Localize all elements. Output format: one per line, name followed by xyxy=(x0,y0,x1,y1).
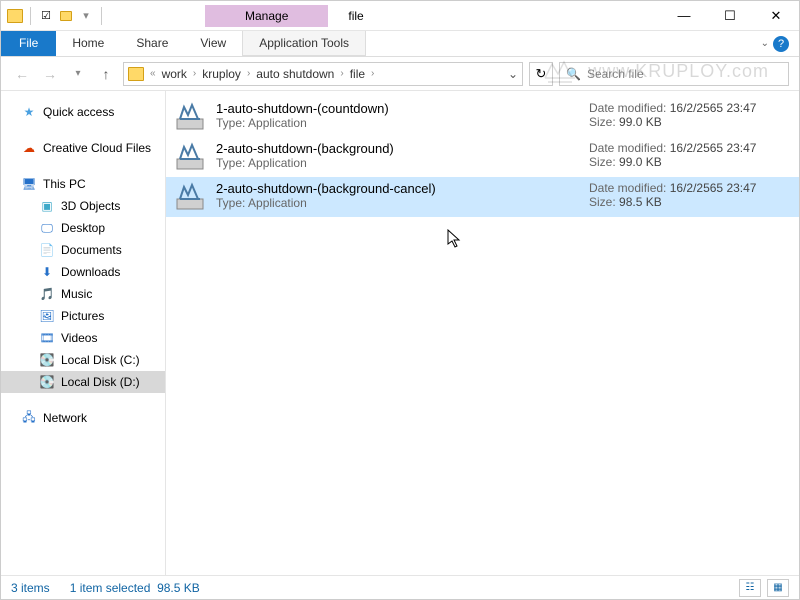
video-icon: 🎞 xyxy=(39,330,55,346)
qat-dropdown-icon[interactable]: ▾ xyxy=(78,8,94,24)
folder-icon xyxy=(7,8,23,24)
file-size-value: 99.0 KB xyxy=(619,155,662,169)
nav-recent-dropdown[interactable]: ▾ xyxy=(67,63,89,85)
view-details-button[interactable]: ☷ xyxy=(739,579,761,597)
status-item-count: 3 items xyxy=(11,581,50,595)
tab-file[interactable]: File xyxy=(1,31,56,56)
sidebar-creative-cloud[interactable]: ☁ Creative Cloud Files xyxy=(1,137,165,159)
file-row[interactable]: 2-auto-shutdown-(background-cancel)Type:… xyxy=(166,177,799,217)
document-icon: 📄 xyxy=(39,242,55,258)
music-icon: 🎵 xyxy=(39,286,55,302)
breadcrumb-prefix: « xyxy=(150,68,156,79)
breadcrumb-item[interactable]: file xyxy=(350,67,365,81)
file-row[interactable]: 1-auto-shutdown-(countdown)Type: Applica… xyxy=(166,97,799,137)
application-icon xyxy=(174,181,206,213)
address-bar: ← → ▾ ↑ « work › kruploy › auto shutdown… xyxy=(1,57,799,91)
search-icon: 🔍 xyxy=(566,67,581,81)
file-name: 2-auto-shutdown-(background) xyxy=(216,141,579,156)
sidebar-videos[interactable]: 🎞Videos xyxy=(1,327,165,349)
status-size: 98.5 KB xyxy=(157,581,200,595)
file-date-value: 16/2/2565 23:47 xyxy=(670,141,757,155)
file-list: 1-auto-shutdown-(countdown)Type: Applica… xyxy=(166,91,799,575)
status-bar: 3 items 1 item selected 98.5 KB ☷ ▦ xyxy=(1,575,799,599)
file-type-label: Type: xyxy=(216,116,245,130)
network-icon: 🖧 xyxy=(21,410,37,426)
minimize-button[interactable]: — xyxy=(661,1,707,31)
file-date-value: 16/2/2565 23:47 xyxy=(670,101,757,115)
status-selection: 1 item selected xyxy=(70,581,151,595)
maximize-button[interactable]: ☐ xyxy=(707,1,753,31)
refresh-button[interactable]: ↻ xyxy=(529,62,553,86)
file-type-label: Type: xyxy=(216,156,245,170)
tab-view[interactable]: View xyxy=(184,31,242,56)
nav-back-button[interactable]: ← xyxy=(11,63,33,85)
breadcrumb-item[interactable]: kruploy xyxy=(202,67,241,81)
disk-icon: 💽 xyxy=(39,352,55,368)
sidebar-music[interactable]: 🎵Music xyxy=(1,283,165,305)
window-title: file xyxy=(348,9,363,23)
tab-home[interactable]: Home xyxy=(56,31,120,56)
file-size-label: Size: xyxy=(589,115,616,129)
application-icon xyxy=(174,101,206,133)
sidebar-desktop[interactable]: 🖵Desktop xyxy=(1,217,165,239)
close-button[interactable]: ✕ xyxy=(753,1,799,31)
tab-share[interactable]: Share xyxy=(120,31,184,56)
breadcrumb-dropdown-icon[interactable]: ⌄ xyxy=(508,67,518,81)
file-date-label: Date modified: xyxy=(589,141,666,155)
desktop-icon: 🖵 xyxy=(39,220,55,236)
download-icon: ⬇ xyxy=(39,264,55,280)
tab-application-tools[interactable]: Application Tools xyxy=(242,31,366,56)
sidebar-this-pc[interactable]: 🖥 This PC xyxy=(1,173,165,195)
ribbon-expand-icon[interactable]: ⌄? xyxy=(761,31,789,56)
pc-icon: 🖥 xyxy=(21,176,37,192)
sidebar-quick-access[interactable]: ★ Quick access xyxy=(1,101,165,123)
titlebar: ☑ ▾ Manage file — ☐ ✕ xyxy=(1,1,799,31)
cube-icon: ▣ xyxy=(39,198,55,214)
breadcrumb-folder-icon xyxy=(128,67,144,81)
file-date-label: Date modified: xyxy=(589,181,666,195)
breadcrumb[interactable]: « work › kruploy › auto shutdown › file … xyxy=(123,62,523,86)
file-date-value: 16/2/2565 23:47 xyxy=(670,181,757,195)
creative-cloud-icon: ☁ xyxy=(21,140,37,156)
file-date-label: Date modified: xyxy=(589,101,666,115)
sidebar-3d-objects[interactable]: ▣3D Objects xyxy=(1,195,165,217)
pictures-icon: 🖼 xyxy=(39,308,55,324)
sidebar-network[interactable]: 🖧 Network xyxy=(1,407,165,429)
application-icon xyxy=(174,141,206,173)
file-size-value: 99.0 KB xyxy=(619,115,662,129)
breadcrumb-item[interactable]: auto shutdown xyxy=(256,67,334,81)
ribbon-tabs: File Home Share View Application Tools ⌄… xyxy=(1,31,799,57)
file-size-label: Size: xyxy=(589,155,616,169)
view-icons-button[interactable]: ▦ xyxy=(767,579,789,597)
file-row[interactable]: 2-auto-shutdown-(background)Type: Applic… xyxy=(166,137,799,177)
nav-forward-button[interactable]: → xyxy=(39,63,61,85)
folder-small-icon xyxy=(58,8,74,24)
sidebar-pictures[interactable]: 🖼Pictures xyxy=(1,305,165,327)
file-name: 1-auto-shutdown-(countdown) xyxy=(216,101,579,116)
qat-checkbox-icon[interactable]: ☑ xyxy=(38,8,54,24)
sidebar-documents[interactable]: 📄Documents xyxy=(1,239,165,261)
file-size-value: 98.5 KB xyxy=(619,195,662,209)
nav-up-button[interactable]: ↑ xyxy=(95,63,117,85)
sidebar-downloads[interactable]: ⬇Downloads xyxy=(1,261,165,283)
contextual-tab-manage[interactable]: Manage xyxy=(205,5,328,27)
file-type-value: Application xyxy=(248,116,307,130)
breadcrumb-item[interactable]: work xyxy=(162,67,187,81)
sidebar-disk-d[interactable]: 💽Local Disk (D:) xyxy=(1,371,165,393)
file-type-value: Application xyxy=(248,196,307,210)
search-placeholder: Search file xyxy=(587,67,644,81)
help-icon[interactable]: ? xyxy=(773,36,789,52)
search-input[interactable]: 🔍 Search file xyxy=(559,62,789,86)
disk-icon: 💽 xyxy=(39,374,55,390)
star-icon: ★ xyxy=(21,104,37,120)
file-size-label: Size: xyxy=(589,195,616,209)
file-type-value: Application xyxy=(248,156,307,170)
sidebar: ★ Quick access ☁ Creative Cloud Files 🖥 … xyxy=(1,91,166,575)
sidebar-disk-c[interactable]: 💽Local Disk (C:) xyxy=(1,349,165,371)
file-type-label: Type: xyxy=(216,196,245,210)
file-name: 2-auto-shutdown-(background-cancel) xyxy=(216,181,579,196)
